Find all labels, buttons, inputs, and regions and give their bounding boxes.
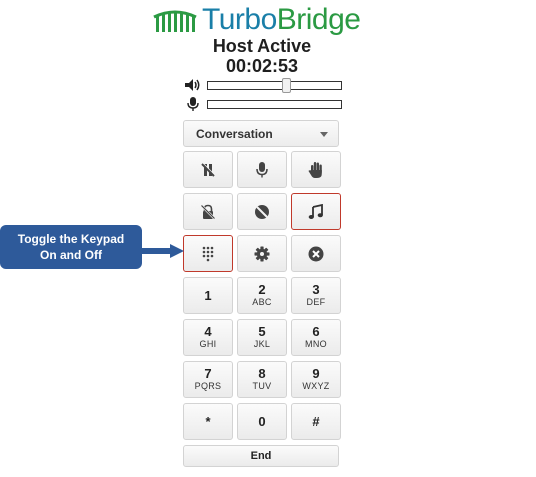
key-digit: 3 <box>312 282 320 297</box>
callout-line-1: Toggle the Keypad <box>17 232 125 246</box>
key-letters: ABC <box>252 297 272 307</box>
key-digit: 2 <box>258 282 266 297</box>
key-letters: TUV <box>252 381 272 391</box>
music-icon <box>308 203 323 219</box>
brand-name: TurboBridge <box>202 3 361 37</box>
key-digit: 7 <box>204 366 212 381</box>
key-2[interactable]: 2 ABC <box>237 277 287 314</box>
conference-mode-select[interactable]: Conversation <box>183 120 339 147</box>
turbobridge-logo: TurboBridge <box>152 3 382 37</box>
brand-part2: Bridge <box>276 3 361 36</box>
mic-level-meter <box>207 100 342 109</box>
key-8[interactable]: 8 TUV <box>237 361 287 398</box>
key-letters: JKL <box>253 339 271 349</box>
key-9[interactable]: 9 WXYZ <box>291 361 341 398</box>
lock-icon <box>200 204 216 219</box>
key-digit: * <box>205 413 211 429</box>
key-digit: 5 <box>258 324 266 339</box>
key-digit: 8 <box>258 366 266 381</box>
callout-line-2: On and Off <box>40 248 102 262</box>
conference-mode-value: Conversation <box>196 127 273 141</box>
keypad-icon <box>202 246 214 261</box>
key-4[interactable]: 4 GHI <box>183 319 233 356</box>
raise-hand-button[interactable] <box>291 151 341 188</box>
chevron-down-icon <box>320 132 328 137</box>
key-digit: 9 <box>312 366 320 381</box>
key-7[interactable]: 7 PQRS <box>183 361 233 398</box>
settings-button[interactable] <box>237 235 287 272</box>
key-letters: DEF <box>306 297 326 307</box>
key-5[interactable]: 5 JKL <box>237 319 287 356</box>
key-0[interactable]: 0 <box>237 403 287 440</box>
key-digit: # <box>312 413 320 429</box>
key-3[interactable]: 3 DEF <box>291 277 341 314</box>
key-digit: 0 <box>258 413 266 429</box>
microphone-button[interactable] <box>237 151 287 188</box>
close-button[interactable] <box>291 235 341 272</box>
key-digit: 4 <box>204 324 212 339</box>
brand-part1: Turbo <box>202 3 277 36</box>
key-digit: 6 <box>312 324 320 339</box>
mute-all-button[interactable] <box>183 151 233 188</box>
speaker-volume-slider[interactable] <box>207 78 342 93</box>
key-letters: PQRS <box>194 381 222 391</box>
key-6[interactable]: 6 MNO <box>291 319 341 356</box>
key-1[interactable]: 1 <box>183 277 233 314</box>
microphone-icon <box>256 161 268 177</box>
lock-button[interactable] <box>183 193 233 230</box>
block-button[interactable] <box>237 193 287 230</box>
music-button[interactable] <box>291 193 341 230</box>
end-call-button[interactable]: End <box>183 445 339 467</box>
speaker-volume-thumb[interactable] <box>282 78 291 93</box>
mute-all-icon <box>201 162 216 177</box>
key-hash[interactable]: # <box>291 403 341 440</box>
mic-level-row <box>184 97 342 111</box>
key-star[interactable]: * <box>183 403 233 440</box>
raise-hand-icon <box>308 161 322 178</box>
gear-icon <box>254 246 270 261</box>
key-letters: WXYZ <box>302 381 330 391</box>
close-icon <box>308 246 324 261</box>
keypad-toggle-button[interactable] <box>183 235 233 272</box>
callout-arrow-icon <box>140 244 184 258</box>
key-digit: 1 <box>204 287 212 303</box>
speaker-volume-row <box>184 78 342 93</box>
speaker-icon <box>185 79 200 91</box>
keypad-callout: Toggle the Keypad On and Off <box>0 225 142 269</box>
key-letters: GHI <box>199 339 217 349</box>
call-timer: 00:02:53 <box>225 56 299 76</box>
bridge-logo-icon <box>153 10 197 32</box>
microphone-level-icon <box>187 97 199 111</box>
key-letters: MNO <box>305 339 327 349</box>
block-icon <box>255 204 269 219</box>
host-status: Host Active <box>212 36 312 56</box>
